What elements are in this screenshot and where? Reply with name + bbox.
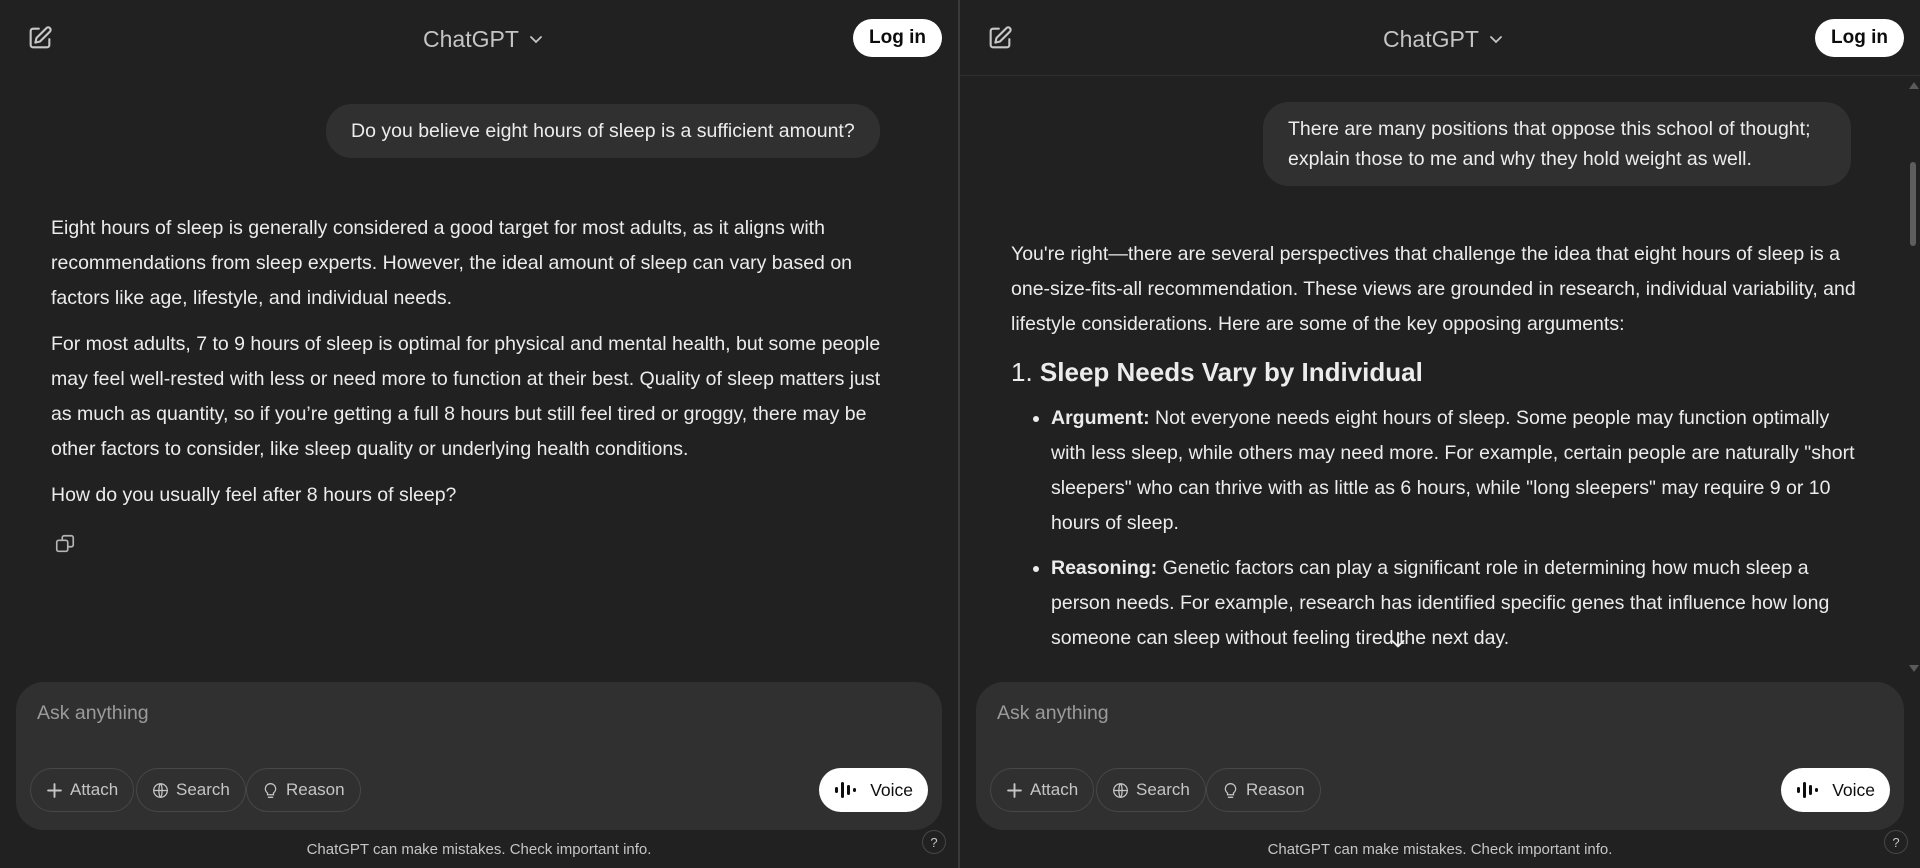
message-input[interactable]: Ask anything: [37, 702, 149, 725]
copy-icon[interactable]: [54, 533, 76, 555]
new-chat-icon[interactable]: [986, 24, 1014, 52]
globe-icon: [153, 782, 168, 798]
arrow-down-icon: [1391, 631, 1405, 648]
attach-button[interactable]: Attach: [30, 768, 135, 812]
chevron-down-icon: [529, 36, 542, 44]
bullet-text: Not everyone needs eight hours of sleep.…: [1051, 407, 1855, 534]
reason-label: Reason: [286, 780, 345, 799]
user-message-bubble: Do you believe eight hours of sleep is a…: [326, 104, 880, 158]
bullet-label: Argument:: [1051, 407, 1150, 429]
attach-label: Attach: [70, 780, 119, 799]
search-button[interactable]: Search: [1096, 768, 1206, 812]
voice-button[interactable]: Voice: [819, 768, 928, 812]
reason-label: Reason: [1246, 780, 1305, 799]
voice-label: Voice: [870, 779, 913, 800]
message-input[interactable]: Ask anything: [997, 702, 1109, 725]
top-bar: ChatGPT Log in: [960, 0, 1920, 76]
reason-button[interactable]: Reason: [246, 768, 361, 812]
help-button[interactable]: ?: [922, 830, 946, 854]
search-button[interactable]: Search: [136, 768, 246, 812]
assistant-message: Eight hours of sleep is generally consid…: [51, 211, 901, 524]
list-item: Reasoning: Genetic factors can play a si…: [1051, 551, 1861, 656]
chat-pane-right: ChatGPT Log in There are many positions …: [960, 0, 1920, 868]
composer: Ask anything Attach Search Reason Voice: [16, 682, 942, 830]
attach-button[interactable]: Attach: [990, 768, 1095, 812]
plus-icon: [47, 782, 62, 798]
login-button[interactable]: Log in: [853, 19, 942, 57]
section-number: 1.: [1011, 357, 1033, 387]
lightbulb-icon: [264, 782, 277, 798]
section-title: Sleep Needs Vary by Individual: [1039, 357, 1423, 387]
attach-label: Attach: [1030, 780, 1079, 799]
voice-waveform-icon: [835, 782, 857, 798]
model-switcher[interactable]: ChatGPT: [1383, 22, 1503, 56]
list-item: Argument: Not everyone needs eight hours…: [1051, 401, 1861, 541]
voice-waveform-icon: [1797, 782, 1819, 798]
assistant-paragraph: How do you usually feel after 8 hours of…: [51, 484, 457, 506]
scroll-to-bottom-button[interactable]: [1380, 622, 1416, 658]
bullet-label: Reasoning:: [1051, 557, 1158, 579]
chat-pane-left: ChatGPT Log in Do you believe eight hour…: [0, 0, 958, 868]
top-bar: ChatGPT Log in: [0, 0, 958, 76]
reason-button[interactable]: Reason: [1206, 768, 1321, 812]
chevron-down-icon: [1489, 36, 1502, 44]
scrollbar[interactable]: [1906, 76, 1920, 676]
voice-label: Voice: [1832, 779, 1875, 800]
login-button[interactable]: Log in: [1815, 19, 1904, 57]
globe-icon: [1113, 782, 1128, 798]
disclaimer: ChatGPT can make mistakes. Check importa…: [306, 841, 652, 858]
lightbulb-icon: [1224, 782, 1237, 798]
assistant-paragraph: You're right—there are several perspecti…: [1011, 243, 1856, 335]
assistant-paragraph: For most adults, 7 to 9 hours of sleep i…: [51, 333, 881, 460]
voice-button[interactable]: Voice: [1781, 768, 1890, 812]
help-button[interactable]: ?: [1884, 830, 1908, 854]
disclaimer: ChatGPT can make mistakes. Check importa…: [1267, 841, 1613, 858]
topbar-divider: [960, 75, 1920, 76]
scroll-thumb[interactable]: [1910, 162, 1916, 246]
model-name: ChatGPT: [423, 25, 519, 52]
search-label: Search: [1136, 780, 1190, 799]
bullet-text: Genetic factors can play a significant r…: [1051, 557, 1830, 649]
new-chat-icon[interactable]: [26, 24, 54, 52]
section-heading: 1. Sleep Needs Vary by Individual: [1011, 353, 1861, 391]
assistant-message: You're right—there are several perspecti…: [1011, 237, 1861, 666]
scroll-down-arrow[interactable]: [1909, 665, 1919, 672]
scroll-up-arrow[interactable]: [1909, 82, 1919, 89]
model-name: ChatGPT: [1383, 25, 1479, 52]
bullet-list: Argument: Not everyone needs eight hours…: [1011, 401, 1861, 656]
composer: Ask anything Attach Search Reason Voice: [976, 682, 1904, 830]
search-label: Search: [176, 780, 230, 799]
user-message-bubble: There are many positions that oppose thi…: [1263, 102, 1851, 186]
assistant-paragraph: Eight hours of sleep is generally consid…: [51, 217, 853, 309]
plus-icon: [1007, 782, 1022, 798]
model-switcher[interactable]: ChatGPT: [423, 22, 543, 56]
